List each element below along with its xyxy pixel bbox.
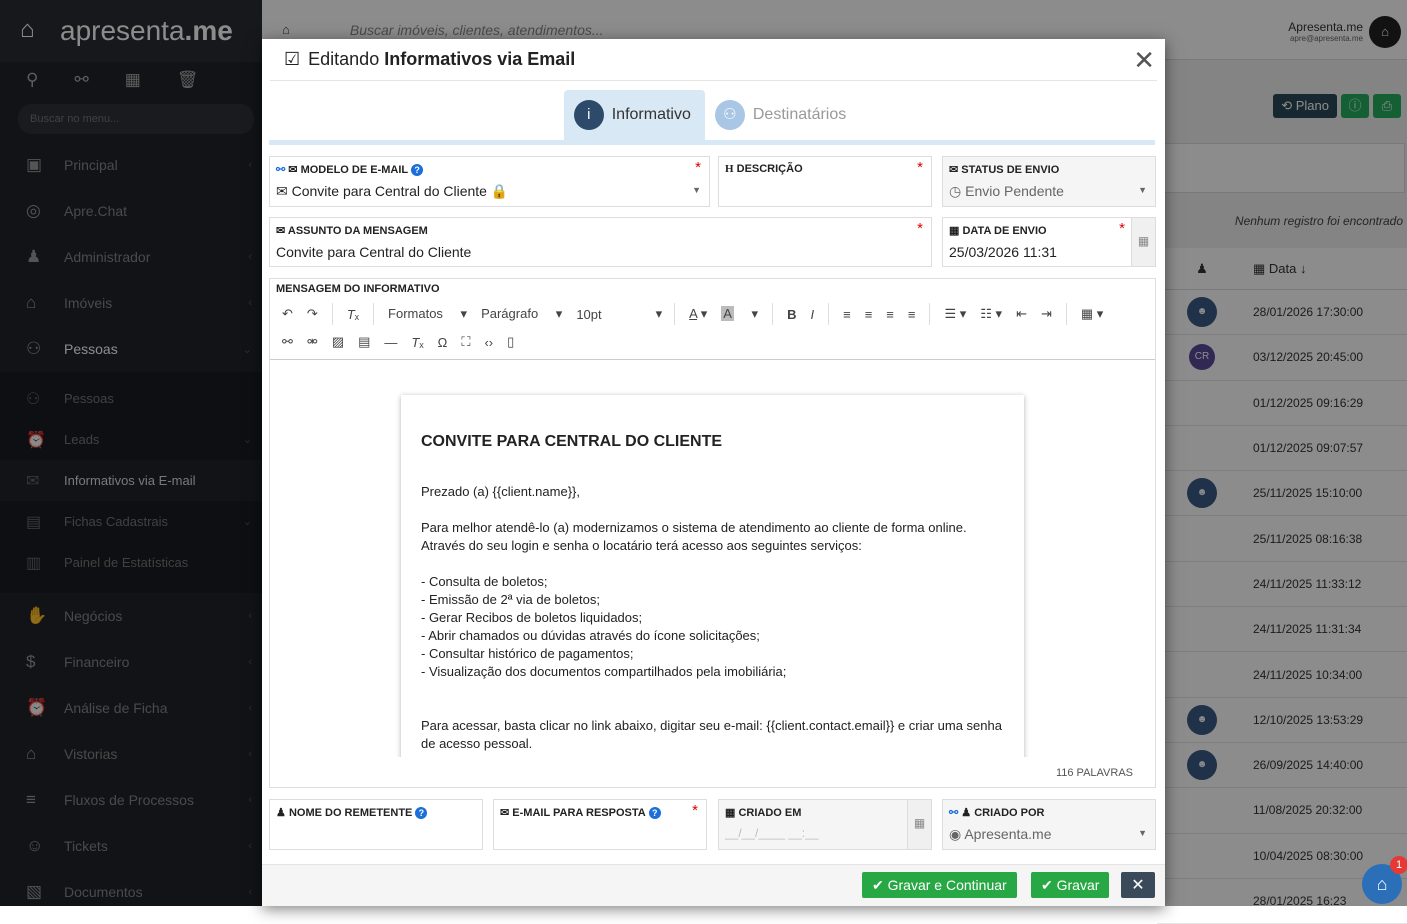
- document-heading: CONVITE PARA CENTRAL DO CLIENTE: [421, 433, 723, 450]
- horizontal-line-icon[interactable]: —: [384, 335, 397, 350]
- dropdown-arrow-icon: ▼: [1138, 828, 1147, 838]
- tab-informativo[interactable]: i Informativo: [563, 90, 705, 140]
- modelo-email-select[interactable]: ⚯ ✉ MODELO DE E-MAIL? * ✉ Convite para C…: [269, 156, 710, 207]
- link-icon: ⚯: [949, 807, 959, 819]
- help-icon[interactable]: ?: [411, 164, 424, 176]
- calendar-icon: ▦: [725, 807, 736, 819]
- remove-format-icon[interactable]: Tₓ: [411, 335, 423, 350]
- check-icon: ✔: [1041, 876, 1053, 893]
- indent-icon[interactable]: ⇥: [1041, 306, 1052, 322]
- save-button[interactable]: ✔ Gravar: [1031, 872, 1110, 898]
- envelope-icon: ✉: [276, 225, 286, 237]
- people-icon: ⚇: [714, 100, 745, 130]
- align-justify-icon[interactable]: ≡: [908, 307, 916, 322]
- preview-icon[interactable]: ▯: [507, 334, 514, 350]
- user-icon: ♟: [276, 807, 286, 819]
- background-color-icon[interactable]: A ▾: [721, 306, 758, 322]
- dropdown-arrow-icon: ▼: [692, 185, 701, 195]
- help-chat-button[interactable]: ⌂ 1: [1362, 856, 1407, 904]
- save-continue-button[interactable]: ✔ Gravar e Continuar: [862, 872, 1017, 898]
- outdent-icon[interactable]: ⇤: [1016, 306, 1027, 322]
- modal-footer: ✔ Gravar e Continuar ✔ Gravar ✕: [262, 864, 1165, 906]
- align-left-icon[interactable]: ≡: [843, 307, 851, 322]
- services-list: - Consulta de boletos; - Emissão de 2ª v…: [421, 574, 787, 679]
- italic-icon[interactable]: I: [810, 307, 814, 322]
- help-icon[interactable]: ?: [648, 807, 661, 819]
- undo-icon[interactable]: ↶: [282, 306, 293, 322]
- source-code-icon[interactable]: ‹›: [484, 335, 493, 350]
- bold-icon[interactable]: B: [787, 307, 796, 322]
- link-icon[interactable]: ⚯: [282, 334, 293, 350]
- paragraph-dropdown[interactable]: Parágrafo ▾: [481, 306, 562, 322]
- notification-badge: 1: [1390, 856, 1407, 874]
- bullet-list-icon[interactable]: ☰ ▾: [944, 306, 966, 322]
- modal-title: ☑ Editando Informativos via Email: [270, 39, 1157, 81]
- email-document: CONVITE PARA CENTRAL DO CLIENTE Prezado …: [401, 395, 1024, 757]
- calendar-icon: ▦: [949, 225, 960, 237]
- align-center-icon[interactable]: ≡: [865, 307, 873, 322]
- descricao-field[interactable]: H DESCRIÇÃO *: [718, 156, 932, 207]
- assunto-field[interactable]: ✉ ASSUNTO DA MENSAGEM * Convite para Cen…: [269, 217, 932, 267]
- megaphone-icon: ✉: [949, 164, 959, 176]
- avatar: ◉: [949, 826, 962, 842]
- user-icon: ♟: [961, 807, 972, 819]
- data-envio-field[interactable]: ▦ DATA DE ENVIO * 25/03/2026 11:31 ▦: [942, 217, 1156, 267]
- dropdown-arrow-icon: ▼: [1138, 185, 1147, 195]
- envelope-icon: ✉: [500, 807, 510, 819]
- cancel-button[interactable]: ✕: [1121, 872, 1155, 898]
- check-icon: ✔: [872, 876, 884, 893]
- tab-destinatarios[interactable]: ⚇ Destinatários: [705, 90, 860, 140]
- heading-icon: H: [725, 163, 734, 175]
- criado-por-select[interactable]: ⚯ ♟ CRIADO POR ◉ Apresenta.me ▼: [942, 799, 1156, 850]
- calendar-button[interactable]: ▦: [1131, 218, 1155, 266]
- media-icon[interactable]: ▤: [358, 334, 370, 350]
- edit-check-icon: ☑: [284, 49, 301, 69]
- formats-dropdown[interactable]: Formatos ▾: [388, 306, 467, 322]
- fullscreen-icon[interactable]: ⛶: [461, 334, 470, 350]
- remetente-field[interactable]: ♟ NOME DO REMETENTE?: [269, 799, 483, 850]
- edit-modal: ☑ Editando Informativos via Email ✕ i Infor…: [262, 39, 1165, 906]
- criado-em-field[interactable]: ▦ CRIADO EM __/__/____ __:__ ▦: [718, 799, 932, 850]
- table-icon[interactable]: ▦ ▾: [1081, 306, 1103, 322]
- message-editor: MENSAGEM DO INFORMATIVO ↶ ↷ Tₓ Formatos ▾…: [269, 278, 1156, 788]
- calendar-button[interactable]: ▦: [907, 800, 931, 849]
- email-resposta-field[interactable]: ✉ E-MAIL PARA RESPOSTA? *: [493, 799, 707, 850]
- link-icon: ⚯: [276, 164, 286, 176]
- image-icon[interactable]: ▨: [332, 334, 344, 350]
- editor-toolbar-row1: ↶ ↷ Tₓ Formatos ▾ Parágrafo ▾ 10pt ▾ A ▾ …: [282, 301, 1117, 327]
- help-icon[interactable]: ?: [415, 807, 428, 819]
- modal-tabs: i Informativo ⚇ Destinatários: [269, 89, 1155, 145]
- info-icon: i: [573, 100, 604, 130]
- align-right-icon[interactable]: ≡: [886, 307, 894, 322]
- status-envio-select[interactable]: ✉ STATUS DE ENVIO ◷ Envio Pendente ▼: [942, 156, 1156, 207]
- numbered-list-icon[interactable]: ☷ ▾: [980, 306, 1002, 322]
- close-icon[interactable]: ✕: [1133, 45, 1155, 76]
- lock-icon: 🔒: [490, 183, 509, 199]
- clear-format-icon[interactable]: Tₓ: [347, 307, 359, 322]
- redo-icon[interactable]: ↷: [307, 306, 318, 322]
- text-color-icon[interactable]: A ▾: [689, 306, 707, 322]
- unlink-icon[interactable]: ⚮: [307, 334, 318, 350]
- editor-toolbar-row2: ⚯ ⚮ ▨ ▤ — Tₓ Ω ⛶ ‹› ▯: [282, 329, 528, 355]
- clock-icon: ◷: [949, 183, 962, 199]
- font-size-dropdown[interactable]: 10pt: [576, 307, 615, 322]
- special-char-icon[interactable]: Ω: [438, 335, 448, 350]
- editor-content-area[interactable]: CONVITE PARA CENTRAL DO CLIENTE Prezado …: [270, 359, 1155, 757]
- word-count: 116 PALAVRAS: [1055, 767, 1133, 779]
